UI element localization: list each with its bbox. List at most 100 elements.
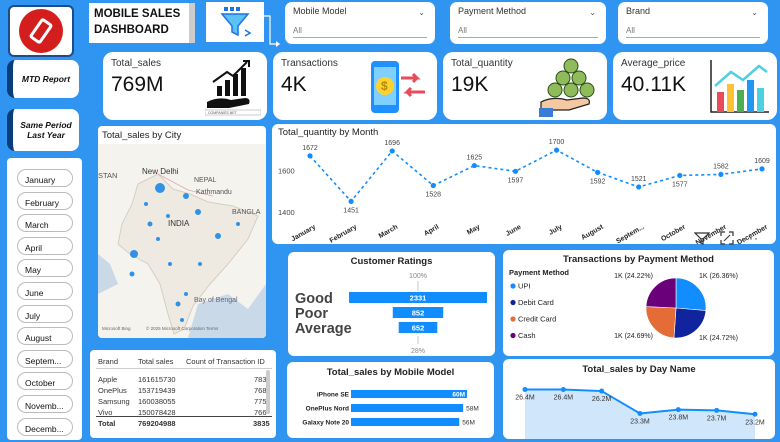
data-point — [636, 184, 642, 190]
title-line-1: MOBILE SALES — [94, 8, 181, 20]
data-point — [677, 172, 683, 179]
chevron-down-icon: ⌄ — [418, 8, 425, 17]
x-tick-label: June — [505, 224, 523, 238]
kpi-value: 4K — [281, 73, 307, 96]
city-sales-map[interactable]: Total_sales by City STAN New Delhi NEPAL… — [98, 126, 266, 338]
legend-marker — [510, 283, 516, 289]
table-scrollbar[interactable] — [266, 370, 270, 414]
bar-category: Galaxy Note 20 — [302, 420, 349, 427]
data-point — [553, 147, 560, 153]
table-cell: 160038055 — [138, 397, 176, 406]
slicer-value: All — [458, 26, 467, 35]
total-count-value: 3835 — [253, 419, 270, 428]
table-cell: Samsung — [98, 397, 130, 406]
funnel-value: 652 — [412, 324, 425, 333]
total-label: Total — [98, 419, 116, 428]
map-copyright: © 2025 Microsoft Corporation Terms — [146, 325, 219, 331]
data-point — [718, 171, 724, 178]
month-button[interactable]: Septem... — [17, 349, 73, 368]
y-tick-label: 1400 — [278, 208, 295, 217]
kpi-value: 19K — [451, 73, 489, 96]
kpi-label: Total_sales — [111, 58, 162, 69]
pie-data-label: 1K (24.69%) — [614, 333, 653, 340]
bar-chart-canvas: iPhone SE 60M OnePlus Nord 58M Galaxy Note 2… — [302, 390, 479, 427]
funnel-category: Average — [295, 321, 352, 337]
map-attribution: Microsoft Bing — [102, 326, 131, 331]
data-label: 1597 — [508, 177, 524, 184]
column-header: Count of Transaction ID — [186, 357, 265, 366]
table-cell: 161615730 — [138, 375, 176, 384]
month-button[interactable]: June — [17, 282, 73, 300]
funnel-bottom-pct: 28% — [411, 348, 425, 355]
svg-text:$: $ — [381, 79, 388, 93]
map-label: INDIA — [168, 219, 190, 228]
app-logo — [8, 5, 74, 57]
data-label: 26.2M — [592, 396, 612, 403]
total-sales-value: 769204988 — [138, 419, 176, 428]
data-label: 1609 — [754, 158, 770, 165]
focus-mode-icon[interactable] — [720, 231, 734, 245]
data-point — [637, 410, 643, 416]
data-label: 26.4M — [554, 395, 574, 402]
brand-slicer[interactable]: Brand All ⌄ — [618, 2, 768, 44]
data-label: 1672 — [302, 145, 318, 152]
x-tick-label: October — [660, 224, 687, 244]
brand-sales-table[interactable]: Brand Total sales Count of Transaction I… — [90, 350, 276, 438]
quantity-by-month-chart[interactable]: Total_quantity by Month 1400 1600 1672 Janu… — [272, 124, 776, 244]
data-label: 23.8M — [669, 415, 689, 422]
legend-label: Credit Card — [518, 315, 556, 324]
series-line — [309, 149, 763, 203]
month-button[interactable]: Novemb... — [17, 395, 73, 413]
customer-ratings-funnel[interactable]: Customer Ratings 100% 2331 Good 852 Poor 652 A… — [288, 252, 495, 356]
more-options-icon[interactable]: ··· — [744, 231, 759, 245]
pie-data-label: 1K (24.22%) — [614, 273, 653, 280]
month-button[interactable]: April — [17, 236, 73, 255]
legend-title: Payment Method — [509, 268, 569, 277]
sales-by-mobile-model-chart[interactable]: Total_sales by Mobile Model iPhone SE 60M… — [287, 362, 494, 438]
month-button[interactable]: May — [17, 259, 73, 278]
clear-filters-button[interactable] — [206, 2, 264, 42]
data-point — [430, 182, 436, 189]
x-tick-label: March — [378, 224, 399, 240]
legend-marker — [510, 299, 516, 306]
mobile-model-slicer[interactable]: Mobile Model All ⌄ — [285, 2, 435, 44]
title-line-2: DASHBOARD — [94, 24, 169, 36]
chart-title: Total_sales by City — [102, 130, 182, 141]
x-tick-label: January — [290, 224, 317, 244]
kpi-average-price: Average_price 40.11K — [613, 52, 777, 120]
month-button[interactable]: January — [17, 169, 73, 187]
bar-category: OnePlus Nord — [306, 406, 349, 413]
filter-icon[interactable] — [694, 231, 710, 245]
month-button[interactable]: February — [17, 191, 73, 210]
table-cell: 783 — [254, 375, 267, 384]
payment-method-slicer[interactable]: Payment Method All ⌄ — [450, 2, 606, 44]
legend-marker — [510, 332, 516, 339]
kpi-label: Average_price — [621, 58, 686, 69]
month-button[interactable]: July — [17, 304, 73, 323]
bar-category: iPhone SE — [317, 392, 350, 399]
data-point — [307, 153, 313, 159]
mtd-report-button[interactable]: MTD Report — [7, 60, 79, 98]
x-tick-label: Septem... — [615, 224, 645, 244]
x-tick-label: April — [423, 224, 440, 238]
table-cell: 768 — [254, 386, 267, 395]
month-button[interactable]: August — [17, 327, 73, 346]
month-button[interactable]: October — [17, 372, 73, 391]
kpi-total-sales: Total_sales 769M COMPANIES.NET — [103, 52, 267, 120]
data-label: 26.4M — [515, 395, 535, 402]
same-period-button[interactable]: Same Period Last Year — [7, 109, 79, 151]
funnel-value: 2331 — [410, 294, 427, 303]
kpi-total-quantity: Total_quantity 19K — [443, 52, 607, 120]
payment-method-pie[interactable]: Transactions by Payment Method Payment M… — [503, 250, 774, 356]
kpi-value: 769M — [111, 73, 164, 96]
x-tick-label: August — [580, 223, 605, 241]
month-button[interactable]: March — [17, 214, 73, 233]
data-label: 1577 — [672, 181, 688, 188]
chevron-down-icon: ⌄ — [589, 8, 596, 17]
data-label: 1582 — [713, 163, 729, 170]
sales-by-day-chart[interactable]: Total_sales by Day Name 26.4M 26.4M 26.2M 2… — [503, 359, 775, 439]
slicer-value: All — [626, 26, 635, 35]
kpi-transactions: Transactions 4K $ — [273, 52, 437, 120]
icon-caption: COMPANIES.NET — [208, 111, 238, 115]
month-button[interactable]: Decemb... — [17, 417, 73, 436]
